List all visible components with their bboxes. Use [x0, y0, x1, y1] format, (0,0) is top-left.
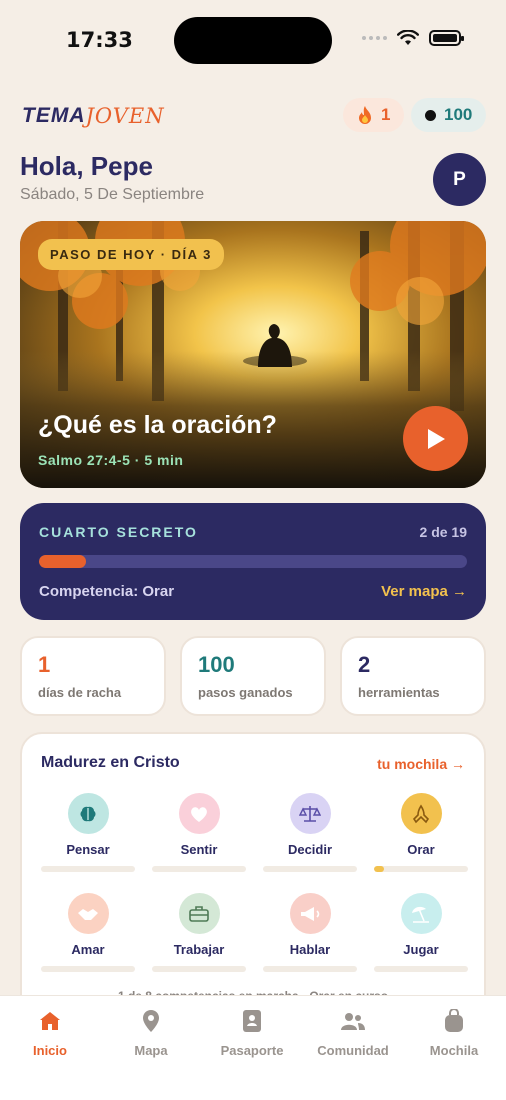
- competency-name: Pensar: [66, 842, 110, 857]
- fire-icon: [359, 105, 371, 124]
- competency-progress: [152, 966, 246, 972]
- competency-progress: [374, 866, 468, 872]
- competency-name: Decidir: [287, 842, 333, 857]
- hero-title: ¿Qué es la oración?: [38, 411, 277, 439]
- stat-value: 100: [198, 652, 235, 677]
- current-date: Sábado, 5 De Septiembre: [20, 186, 205, 203]
- tab-label: Mapa: [134, 1043, 168, 1058]
- umbrella-beach-icon: [400, 893, 442, 934]
- competency-hablar[interactable]: Hablar: [263, 893, 357, 972]
- maturity-title: Madurez en Cristo: [41, 754, 180, 771]
- status-time: 17:33: [66, 28, 133, 52]
- stat-label: herramientas: [358, 685, 440, 700]
- progress-bar-fill: [39, 555, 87, 568]
- hero-subtitle: Salmo 27:4-5 · 5 min: [38, 452, 184, 468]
- handshake-icon: [67, 893, 109, 934]
- progress-bar: [39, 555, 467, 568]
- cellular-signal-icon: [362, 36, 387, 40]
- logo-part-1: TEMA: [22, 104, 86, 127]
- home-icon: [0, 1008, 100, 1034]
- stat-value: 1: [38, 652, 51, 677]
- progress-count: 2 de 19: [419, 524, 467, 540]
- progress-card[interactable]: CUARTO SECRETO 2 de 19 Competencia: Orar…: [20, 503, 486, 620]
- wifi-icon: [397, 30, 419, 45]
- stat-value: 2: [358, 652, 371, 677]
- todays-step-card[interactable]: PASO DE HOY · DÍA 3 ¿Qué es la oración? …: [20, 221, 486, 488]
- stat-card-steps: 100 pasos ganados: [180, 636, 326, 716]
- praying-hands-icon: [400, 793, 442, 834]
- competency-progress: [374, 966, 468, 972]
- progress-competency: Competencia: Orar: [39, 583, 175, 600]
- status-bar: 17:33: [0, 0, 506, 80]
- competency-jugar[interactable]: Jugar: [374, 893, 468, 972]
- people-icon: [303, 1008, 403, 1034]
- competency-name: Jugar: [403, 942, 439, 957]
- greeting: Hola, Pepe: [20, 151, 153, 181]
- play-button[interactable]: [403, 406, 468, 471]
- competency-progress: [263, 866, 357, 872]
- play-icon: [427, 428, 445, 449]
- backpack-icon: [404, 1008, 504, 1034]
- competency-name: Orar: [407, 842, 435, 857]
- tab-pasaporte[interactable]: Pasaporte: [202, 1008, 302, 1058]
- status-icons: [362, 30, 464, 46]
- heart-icon: [178, 793, 220, 834]
- streak-pill[interactable]: 1: [343, 98, 405, 132]
- avatar[interactable]: P: [433, 153, 486, 206]
- backpack-link[interactable]: tu mochila →: [377, 756, 465, 772]
- competency-name: Amar: [71, 942, 105, 957]
- app-logo: TEMA JOVEN: [22, 104, 165, 128]
- competency-progress: [263, 966, 357, 972]
- stat-label: días de racha: [38, 685, 122, 700]
- competency-progress-fill: [374, 866, 385, 872]
- stat-card-streak: 1 días de racha: [20, 636, 166, 716]
- competency-progress: [152, 866, 246, 872]
- competency-progress: [41, 866, 135, 872]
- stat-label: pasos ganados: [198, 685, 293, 700]
- tab-comunidad[interactable]: Comunidad: [303, 1008, 403, 1058]
- coins-count: 100: [444, 105, 473, 124]
- competency-decidir[interactable]: Decidir: [263, 793, 357, 872]
- passport-icon: [202, 1008, 302, 1034]
- competency-name: Hablar: [289, 942, 331, 957]
- competency-trabajar[interactable]: Trabajar: [152, 893, 246, 972]
- tab-bar: Inicio Mapa Pasaporte Comunidad Mochila: [0, 995, 506, 1100]
- competency-progress: [41, 966, 135, 972]
- dynamic-island: [174, 17, 332, 64]
- hero-badge: PASO DE HOY · DÍA 3: [38, 239, 224, 270]
- tab-mapa[interactable]: Mapa: [101, 1008, 201, 1058]
- megaphone-icon: [289, 893, 331, 934]
- competency-name: Trabajar: [173, 942, 225, 957]
- stat-card-tools: 2 herramientas: [340, 636, 486, 716]
- streak-count: 1: [381, 105, 391, 124]
- competency-amar[interactable]: Amar: [41, 893, 135, 972]
- scale-icon: [289, 793, 331, 834]
- progress-title: CUARTO SECRETO: [39, 524, 198, 540]
- coins-pill[interactable]: 100: [411, 98, 487, 132]
- tab-inicio[interactable]: Inicio: [0, 1008, 100, 1058]
- toolbox-icon: [178, 893, 220, 934]
- competency-orar[interactable]: Orar: [374, 793, 468, 872]
- tab-mochila[interactable]: Mochila: [404, 1008, 504, 1058]
- tab-label: Inicio: [33, 1043, 67, 1058]
- competency-sentir[interactable]: Sentir: [152, 793, 246, 872]
- view-map-link[interactable]: Ver mapa →: [381, 583, 467, 600]
- logo-part-2: JOVEN: [85, 104, 165, 128]
- maturity-card: Madurez en Cristo tu mochila → Pensar Se…: [20, 732, 486, 1032]
- map-pin-icon: [101, 1008, 201, 1034]
- competency-pensar[interactable]: Pensar: [41, 793, 135, 872]
- brain-icon: [67, 793, 109, 834]
- tab-label: Pasaporte: [220, 1043, 284, 1058]
- coin-icon: [425, 109, 436, 121]
- competency-name: Sentir: [180, 842, 218, 857]
- battery-icon: [429, 30, 464, 46]
- tab-label: Comunidad: [317, 1043, 389, 1058]
- tab-label: Mochila: [429, 1043, 479, 1058]
